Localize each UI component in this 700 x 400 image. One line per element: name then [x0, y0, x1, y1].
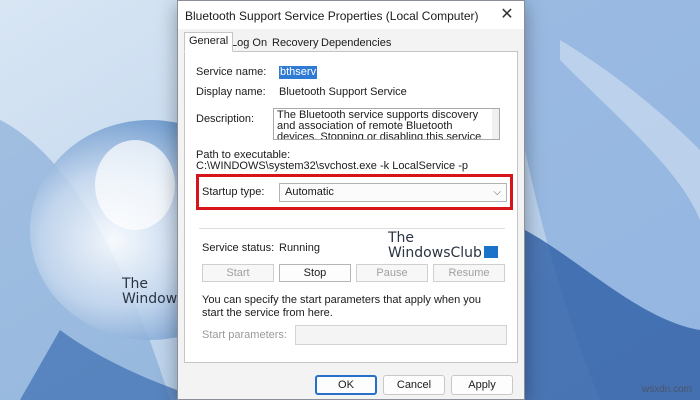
watermark-right: The WindowsClub: [388, 231, 498, 261]
start-button[interactable]: Start: [202, 264, 274, 282]
stop-button[interactable]: Stop: [279, 264, 351, 282]
title-bar[interactable]: Bluetooth Support Service Properties (Lo…: [178, 1, 524, 29]
close-button[interactable]: ✕: [494, 4, 520, 26]
apply-button[interactable]: Apply: [451, 375, 513, 395]
watermark-line2: WindowsClub: [388, 245, 482, 261]
description-scrollbar[interactable]: [492, 108, 500, 140]
service-status-label: Service status:: [202, 242, 275, 254]
tab-dependencies[interactable]: Dependencies: [316, 34, 396, 51]
description-textbox[interactable]: The Bluetooth service supports discovery…: [273, 108, 493, 140]
windowsclub-logo-icon: [483, 246, 498, 258]
general-tab-panel: Service name: bthserv Display name: Blue…: [184, 51, 518, 363]
window-title: Bluetooth Support Service Properties (Lo…: [185, 9, 479, 23]
resume-button[interactable]: Resume: [433, 264, 505, 282]
service-properties-dialog: Bluetooth Support Service Properties (Lo…: [177, 0, 525, 400]
service-name-label: Service name:: [196, 66, 267, 78]
service-status-value: Running: [279, 242, 320, 254]
pause-button[interactable]: Pause: [356, 264, 428, 282]
start-params-help-text: You can specify the start parameters tha…: [202, 294, 482, 319]
description-label: Description:: [196, 113, 255, 125]
chevron-down-icon: ⌵: [493, 187, 501, 198]
service-name-field[interactable]: bthserv: [279, 66, 318, 79]
startup-type-label: Startup type:: [202, 186, 265, 198]
start-params-label: Start parameters:: [202, 329, 287, 341]
cancel-button[interactable]: Cancel: [383, 375, 445, 395]
site-credit: wsxdn.com: [641, 384, 692, 395]
display-name-value: Bluetooth Support Service: [279, 86, 407, 98]
display-name-label: Display name:: [196, 86, 266, 98]
start-params-input[interactable]: [295, 325, 507, 345]
startup-type-dropdown[interactable]: Automatic ⌵: [279, 183, 507, 202]
ok-button[interactable]: OK: [315, 375, 377, 395]
startup-type-value: Automatic: [285, 186, 334, 198]
path-value: C:\WINDOWS\system32\svchost.exe -k Local…: [196, 160, 469, 172]
close-icon: ✕: [500, 6, 514, 23]
tab-recovery[interactable]: Recovery: [267, 34, 323, 51]
tab-general[interactable]: General: [184, 32, 234, 52]
watermark-line1: The: [388, 230, 415, 246]
divider: [199, 228, 505, 229]
